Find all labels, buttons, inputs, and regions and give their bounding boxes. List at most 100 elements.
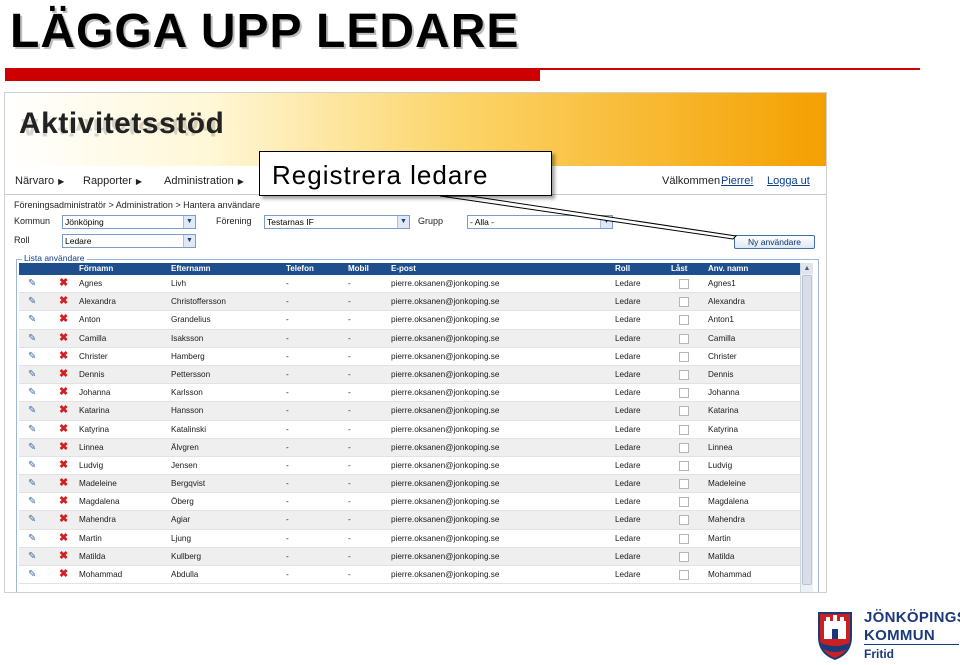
nav-item-administration[interactable]: Administration ▶	[164, 175, 244, 187]
nav-item-rapporter[interactable]: Rapporter ▶	[83, 175, 142, 187]
edit-pencil-icon[interactable]: ✎	[28, 424, 40, 436]
edit-pencil-icon[interactable]: ✎	[28, 442, 40, 454]
column-header-epost[interactable]: E-post	[391, 263, 416, 275]
table-row[interactable]: ✎ ✖ Magdalena Öberg - - pierre.oksanen@jonkopi…	[19, 493, 800, 512]
locked-checkbox[interactable]	[679, 570, 689, 580]
locked-checkbox[interactable]	[679, 315, 689, 326]
efternamn-cell: Karlsson	[171, 388, 203, 398]
delete-x-icon[interactable]: ✖	[59, 332, 71, 344]
locked-checkbox[interactable]	[679, 297, 689, 308]
telefon-cell: -	[286, 369, 289, 379]
table-row[interactable]: ✎ ✖ Mohammad Abdulla - - pierre.oksanen@jonkop…	[19, 566, 800, 585]
table-scrollbar[interactable]: ▲	[800, 263, 813, 592]
edit-pencil-icon[interactable]: ✎	[28, 351, 40, 363]
locked-checkbox[interactable]	[679, 497, 689, 508]
column-header-telefon[interactable]: Telefon	[286, 263, 314, 275]
efternamn-cell: Hansson	[171, 406, 204, 416]
locked-checkbox[interactable]	[679, 533, 689, 544]
table-row[interactable]: ✎ ✖ Ludvig Jensen - - pierre.oksanen@jonkoping…	[19, 457, 800, 476]
delete-x-icon[interactable]: ✖	[59, 495, 71, 507]
table-row[interactable]: ✎ ✖ Alexandra Christoffersson - - pierre.oksan…	[19, 293, 800, 312]
table-row[interactable]: ✎ ✖ Dennis Pettersson - - pierre.oksanen@jonko…	[19, 365, 800, 385]
locked-checkbox[interactable]	[679, 442, 689, 453]
edit-pencil-icon[interactable]: ✎	[28, 405, 40, 417]
table-row[interactable]: ✎ ✖ Katarina Hansson - - pierre.oksanen@jonkop…	[19, 402, 800, 421]
edit-pencil-icon[interactable]: ✎	[28, 460, 40, 472]
new-user-button[interactable]: Ny användare	[734, 235, 815, 249]
delete-x-icon[interactable]: ✖	[59, 350, 71, 362]
user-link[interactable]: Pierre!	[721, 175, 753, 187]
delete-x-icon[interactable]: ✖	[59, 404, 71, 416]
roll-select[interactable]: Ledare ▼	[62, 234, 196, 248]
delete-x-icon[interactable]: ✖	[59, 441, 71, 453]
fornamn-cell: Camilla	[79, 333, 107, 343]
edit-pencil-icon[interactable]: ✎	[28, 387, 40, 399]
table-row[interactable]: ✎ ✖ Madeleine Bergqvist - - pierre.oksanen@jon…	[19, 475, 800, 494]
scroll-up-icon[interactable]: ▲	[801, 263, 813, 274]
table-row[interactable]: ✎ ✖ Agnes Livh - - pierre.oksanen@jonkoping.se…	[19, 275, 800, 294]
locked-checkbox[interactable]	[679, 406, 689, 417]
table-row[interactable]: ✎ ✖ Martin Ljung - - pierre.oksanen@jonkoping.…	[19, 530, 800, 548]
locked-checkbox[interactable]	[679, 479, 689, 490]
locked-checkbox[interactable]	[679, 551, 689, 562]
locked-checkbox[interactable]	[679, 388, 689, 399]
delete-x-icon[interactable]: ✖	[59, 313, 71, 325]
table-row[interactable]: ✎ ✖ Linnea Älvgren - - pierre.oksanen@jonkopin…	[19, 438, 800, 457]
edit-pencil-icon[interactable]: ✎	[28, 569, 40, 581]
column-header-last[interactable]: Låst	[671, 263, 687, 275]
logout-link[interactable]: Logga ut	[767, 175, 810, 187]
locked-checkbox[interactable]	[679, 460, 689, 471]
table-row[interactable]: ✎ ✖ Anton Grandelius - - pierre.oksanen@jonkop…	[19, 311, 800, 330]
nav-item-label: Närvaro	[15, 175, 55, 187]
edit-pencil-icon[interactable]: ✎	[28, 296, 40, 308]
kommun-select[interactable]: Jönköping ▼	[62, 215, 196, 229]
edit-pencil-icon[interactable]: ✎	[28, 551, 40, 563]
delete-x-icon[interactable]: ✖	[59, 513, 71, 525]
delete-x-icon[interactable]: ✖	[59, 386, 71, 398]
efternamn-cell: Abdulla	[171, 570, 199, 579]
locked-checkbox[interactable]	[679, 351, 689, 362]
scroll-thumb[interactable]	[802, 275, 812, 585]
table-row[interactable]: ✎ ✖ Christer Hamberg - - pierre.oksanen@jonkop…	[19, 348, 800, 366]
column-header-mobil[interactable]: Mobil	[348, 263, 369, 275]
delete-x-icon[interactable]: ✖	[59, 423, 71, 435]
delete-x-icon[interactable]: ✖	[59, 277, 71, 289]
edit-pencil-icon[interactable]: ✎	[28, 278, 40, 290]
edit-pencil-icon[interactable]: ✎	[28, 514, 40, 526]
edit-pencil-icon[interactable]: ✎	[28, 478, 40, 490]
column-header-efternamn[interactable]: Efternamn	[171, 263, 211, 275]
epost-cell: pierre.oksanen@jonkoping.se	[391, 424, 500, 434]
locked-checkbox[interactable]	[679, 279, 689, 289]
locked-checkbox[interactable]	[679, 424, 689, 435]
edit-pencil-icon[interactable]: ✎	[28, 314, 40, 326]
edit-pencil-icon[interactable]: ✎	[28, 369, 40, 381]
locked-checkbox[interactable]	[679, 515, 689, 526]
delete-x-icon[interactable]: ✖	[59, 532, 71, 544]
column-header-fornamn[interactable]: Förnamn	[79, 263, 113, 275]
roll-cell: Ledare	[615, 424, 641, 434]
delete-x-icon[interactable]: ✖	[59, 568, 71, 580]
grupp-select[interactable]: - Alla - ▼	[467, 215, 613, 229]
delete-x-icon[interactable]: ✖	[59, 477, 71, 489]
delete-x-icon[interactable]: ✖	[59, 295, 71, 307]
edit-pencil-icon[interactable]: ✎	[28, 533, 40, 545]
nav-item-narvaro[interactable]: Närvaro ▶	[15, 175, 64, 187]
delete-x-icon[interactable]: ✖	[59, 550, 71, 562]
roll-cell: Ledare	[615, 333, 641, 343]
table-row[interactable]: ✎ ✖ Camilla Isaksson - - pierre.oksanen@jonkop…	[19, 329, 800, 348]
locked-checkbox[interactable]	[679, 369, 689, 380]
delete-x-icon[interactable]: ✖	[59, 459, 71, 471]
table-row[interactable]: ✎ ✖ Mahendra Agiar - - pierre.oksanen@jonkopin…	[19, 511, 800, 530]
table-row[interactable]: ✎ ✖ Matilda Kullberg - - pierre.oksanen@jonkop…	[19, 547, 800, 566]
mobil-cell: -	[348, 333, 351, 343]
table-row[interactable]: ✎ ✖ Johanna Karlsson - - pierre.oksanen@jonkop…	[19, 384, 800, 403]
forening-select[interactable]: Testarnas IF ▼	[264, 215, 410, 229]
table-row[interactable]: ✎ ✖ Katyrina Katalinski - - pierre.oksanen@jon…	[19, 421, 800, 439]
column-header-roll[interactable]: Roll	[615, 263, 630, 275]
delete-x-icon[interactable]: ✖	[59, 368, 71, 380]
edit-pencil-icon[interactable]: ✎	[28, 333, 40, 345]
column-header-anvnamn[interactable]: Anv. namn	[708, 263, 748, 275]
locked-checkbox[interactable]	[679, 333, 689, 344]
edit-pencil-icon[interactable]: ✎	[28, 496, 40, 508]
epost-cell: pierre.oksanen@jonkoping.se	[391, 497, 500, 507]
